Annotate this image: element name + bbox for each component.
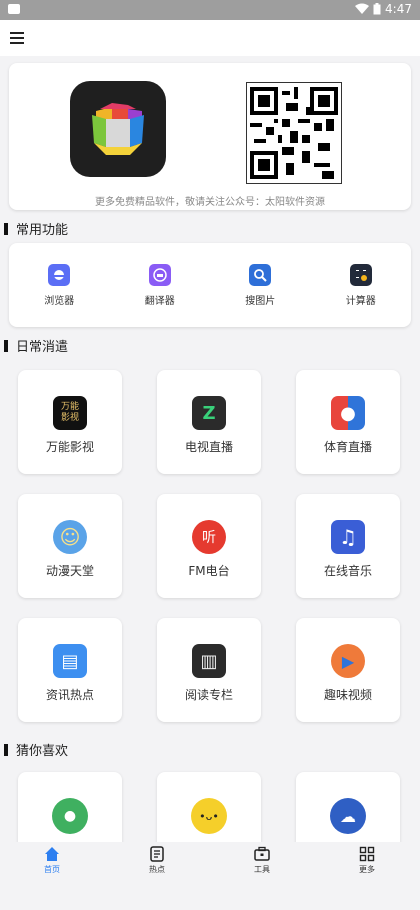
tool-calculator[interactable]: 计算器 <box>321 263 401 307</box>
menu-icon[interactable] <box>10 32 24 44</box>
notification-icon <box>8 4 20 14</box>
app-card-movies[interactable]: 万能 影视 万能影视 <box>18 370 122 474</box>
anime-icon: ☺ <box>53 520 87 554</box>
image-search-icon <box>249 263 272 286</box>
emoji-icon: •ᴗ• <box>191 798 227 834</box>
app-card-news[interactable]: ▤ 资讯热点 <box>18 618 122 722</box>
banner-card: 更多免费精品软件，敬请关注公众号：太阳软件资源 <box>9 63 411 210</box>
tab-home[interactable]: 首页 <box>22 846 82 875</box>
hot-icon <box>150 846 164 862</box>
section-title-common: 常用功能 <box>4 219 68 238</box>
app-card-online-music[interactable]: ♫ 在线音乐 <box>296 494 400 598</box>
news-icon: ▤ <box>53 644 87 678</box>
radio-icon: 听 <box>192 520 226 554</box>
film-icon: 万能 影视 <box>53 396 87 430</box>
section-title-recommend: 猜你喜欢 <box>4 740 68 759</box>
grid-icon <box>359 846 375 862</box>
app-card-fun-video[interactable]: ▶ 趣味视频 <box>296 618 400 722</box>
banner-caption: 更多免费精品软件，敬请关注公众号：太阳软件资源 <box>95 197 325 208</box>
calculator-icon <box>349 263 372 286</box>
tool-image-search[interactable]: 搜图片 <box>220 263 300 307</box>
app-bar <box>0 20 420 56</box>
battery-icon <box>373 3 381 15</box>
book-icon: ▥ <box>192 644 226 678</box>
qr-code <box>246 82 342 184</box>
play-icon: ▶ <box>331 644 365 678</box>
status-bar: 4:47 <box>0 0 420 20</box>
status-time: 4:47 <box>385 2 412 16</box>
chat-icon: ● <box>52 798 88 834</box>
app-card-reading[interactable]: ▥ 阅读专栏 <box>157 618 261 722</box>
tab-tools[interactable]: 工具 <box>232 846 292 875</box>
bottom-nav: 首页 热点 工具 更多 <box>0 842 420 910</box>
app-card-anime[interactable]: ☺ 动漫天堂 <box>18 494 122 598</box>
app-card-fm-radio[interactable]: 听 FM电台 <box>157 494 261 598</box>
cloud-icon: ☁ <box>330 798 366 834</box>
section-title-leisure: 日常消遣 <box>4 336 68 355</box>
toolbox-icon <box>254 846 270 861</box>
app-card-sports-live[interactable]: ● 体育直播 <box>296 370 400 474</box>
tool-translator[interactable]: 翻译器 <box>120 263 200 307</box>
app-card-tv-live[interactable]: Z 电视直播 <box>157 370 261 474</box>
tool-browser[interactable]: 浏览器 <box>19 263 99 307</box>
translator-icon <box>148 263 171 286</box>
wifi-icon <box>355 3 370 14</box>
tab-hot[interactable]: 热点 <box>127 846 187 875</box>
music-icon: ♫ <box>331 520 365 554</box>
tab-more[interactable]: 更多 <box>337 846 397 875</box>
app-logo <box>70 81 166 177</box>
home-icon <box>45 847 59 861</box>
browser-icon <box>48 263 71 286</box>
tv-icon: Z <box>192 396 226 430</box>
common-tools: 浏览器 翻译器 搜图片 计算器 <box>9 243 411 327</box>
basketball-icon: ● <box>331 396 365 430</box>
